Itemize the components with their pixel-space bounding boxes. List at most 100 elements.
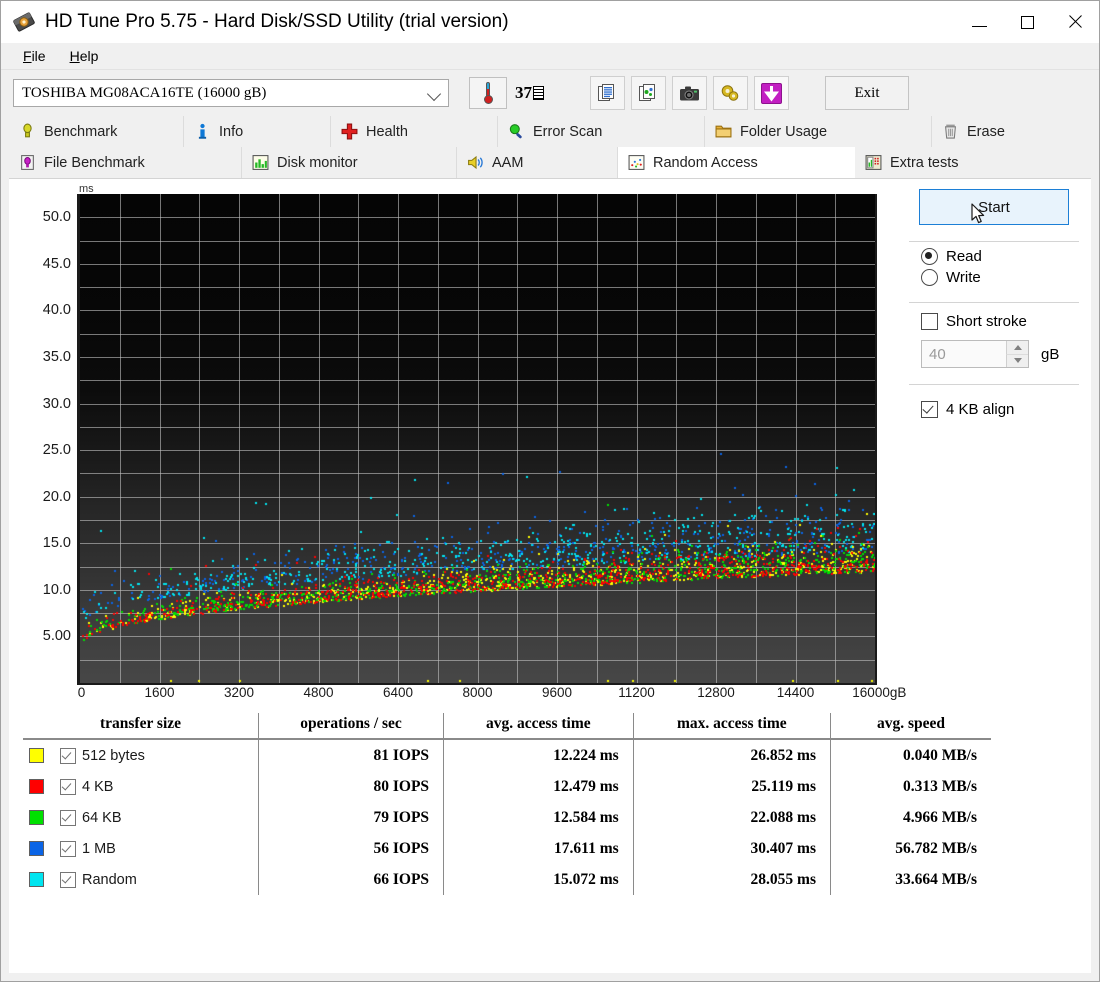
series-checkbox[interactable]	[60, 747, 76, 764]
settings-gears-icon[interactable]	[713, 76, 748, 110]
th-avg-speed: avg. speed	[830, 713, 991, 740]
tab-aam[interactable]: AAM	[457, 147, 618, 178]
tab-benchmark[interactable]: Benchmark	[9, 116, 184, 147]
transfer-size-cell[interactable]: Random	[23, 864, 259, 895]
minimize-button[interactable]	[955, 1, 1003, 43]
app-window: HD Tune Pro 5.75 - Hard Disk/SSD Utility…	[0, 0, 1100, 982]
max-access-cell: 30.407 ms	[632, 833, 831, 864]
tab-label: File Benchmark	[44, 154, 145, 171]
x-axis-tick-label: 6400	[382, 685, 414, 700]
short-stroke-row[interactable]: Short stroke	[903, 303, 1085, 332]
transfer-size-cell[interactable]: 4 KB	[23, 771, 259, 802]
align-row[interactable]: 4 KB align	[903, 385, 1085, 420]
red-cross-icon	[341, 123, 358, 140]
drive-select-dropdown[interactable]: TOSHIBA MG08ACA16TE (16000 gB)	[13, 79, 449, 107]
menu-help[interactable]: Help	[58, 45, 111, 67]
file-bulb-icon	[21, 155, 34, 170]
maximize-button[interactable]	[1003, 1, 1051, 43]
read-radio-row[interactable]: Read	[903, 242, 1085, 267]
trash-icon	[945, 124, 956, 139]
operations-cell: 56 IOPS	[257, 833, 444, 864]
tab-disk-monitor[interactable]: Disk monitor	[242, 147, 457, 178]
series-color-swatch	[29, 810, 44, 825]
tab-row-2: File Benchmark Disk monitor AAM Random A…	[9, 147, 1091, 178]
series-label: 4 KB	[82, 778, 114, 795]
avg-access-cell: 12.584 ms	[443, 802, 634, 833]
avg-speed-cell: 0.040 MB/s	[830, 739, 991, 771]
random-access-panel: ms 5.00 10.0 15.0 20.0 25.0 30.0 35.0 40.0 45.0 5…	[9, 178, 1091, 973]
info-icon	[198, 123, 207, 139]
y-axis-labels: 5.00 10.0 15.0 20.0 25.0 30.0 35.0 40.0 45.0 50.0	[21, 193, 71, 683]
series-label: 1 MB	[82, 840, 116, 857]
window-controls	[955, 1, 1099, 43]
series-checkbox[interactable]	[60, 871, 76, 888]
menu-file[interactable]: File	[11, 45, 58, 67]
menu-file-rest: ile	[31, 48, 46, 64]
write-radio-label: Write	[946, 269, 981, 286]
operations-cell: 80 IOPS	[257, 771, 444, 802]
y-axis-tick-label: 30.0	[42, 395, 71, 412]
series-label: 512 bytes	[82, 747, 145, 764]
short-stroke-checkbox[interactable]	[921, 313, 938, 330]
x-axis-tick-label: 4800	[303, 685, 334, 700]
series-checkbox[interactable]	[60, 778, 76, 795]
bar-chart-icon	[252, 155, 269, 170]
avg-access-cell: 12.479 ms	[443, 771, 634, 802]
series-color-swatch	[29, 779, 44, 794]
tab-error-scan[interactable]: Error Scan	[498, 116, 705, 147]
download-arrow-icon[interactable]	[754, 76, 789, 110]
copy-info-icon[interactable]	[590, 76, 625, 110]
short-stroke-stepper[interactable]: 40	[921, 340, 1029, 368]
tab-erase[interactable]: Erase	[932, 116, 1076, 147]
short-stroke-value[interactable]: 40	[922, 346, 946, 363]
avg-access-cell: 17.611 ms	[443, 833, 634, 864]
copy-graph-icon[interactable]	[631, 76, 666, 110]
chart-plot-area	[77, 194, 877, 685]
tab-health[interactable]: Health	[331, 116, 498, 147]
stepper-down-button[interactable]	[1006, 354, 1028, 367]
screenshot-camera-icon[interactable]	[672, 76, 707, 110]
y-axis-tick-label: 20.0	[42, 488, 71, 505]
start-button[interactable]: Start	[919, 189, 1069, 225]
table-header-row: transfer size operations / sec avg. acce…	[23, 713, 991, 740]
max-access-cell: 25.119 ms	[632, 771, 831, 802]
temperature-button[interactable]	[469, 77, 507, 109]
tab-info[interactable]: Info	[184, 116, 331, 147]
align-checkbox[interactable]	[921, 401, 938, 418]
toolbar-icon-group	[590, 76, 789, 110]
series-checkbox[interactable]	[60, 809, 76, 826]
series-color-swatch	[29, 841, 44, 856]
avg-speed-cell: 56.782 MB/s	[830, 833, 991, 864]
th-operations: operations / sec	[257, 713, 444, 740]
lightbulb-icon	[23, 123, 32, 138]
avg-speed-cell: 4.966 MB/s	[830, 802, 991, 833]
th-max-access: max. access time	[632, 713, 831, 740]
x-axis-tick-label: 12800	[697, 685, 735, 700]
x-axis-tick-label: 8000	[462, 685, 493, 700]
operations-cell: 66 IOPS	[257, 864, 444, 895]
tab-label: Extra tests	[890, 154, 959, 171]
transfer-size-cell[interactable]: 64 KB	[23, 802, 259, 833]
results-table-container: transfer size operations / sec avg. acce…	[23, 713, 991, 895]
write-radio-row[interactable]: Write	[903, 267, 1085, 288]
tab-random-access[interactable]: Random Access	[618, 147, 855, 178]
y-axis-tick-label: 15.0	[42, 535, 71, 552]
transfer-size-cell[interactable]: 512 bytes	[23, 739, 259, 771]
transfer-size-cell[interactable]: 1 MB	[23, 833, 259, 864]
table-row: 64 KB 79 IOPS 12.584 ms 22.088 ms 4.966 MB/s	[23, 802, 991, 833]
stepper-up-button[interactable]	[1006, 341, 1028, 355]
write-radio[interactable]	[921, 269, 938, 286]
table-row: Random 66 IOPS 15.072 ms 28.055 ms 33.664 MB…	[23, 864, 991, 895]
tab-folder-usage[interactable]: Folder Usage	[705, 116, 932, 147]
results-table: transfer size operations / sec avg. acce…	[23, 713, 991, 895]
tab-label: Error Scan	[533, 123, 603, 140]
close-button[interactable]	[1051, 1, 1099, 43]
x-axis-tick-label: 3200	[223, 685, 255, 700]
magnifier-icon	[509, 124, 522, 139]
read-radio[interactable]	[921, 248, 938, 265]
tab-file-benchmark[interactable]: File Benchmark	[9, 147, 242, 178]
exit-button[interactable]: Exit	[825, 76, 909, 110]
series-color-swatch	[29, 872, 44, 887]
series-checkbox[interactable]	[60, 840, 76, 857]
tab-extra-tests[interactable]: Extra tests	[855, 147, 1059, 178]
